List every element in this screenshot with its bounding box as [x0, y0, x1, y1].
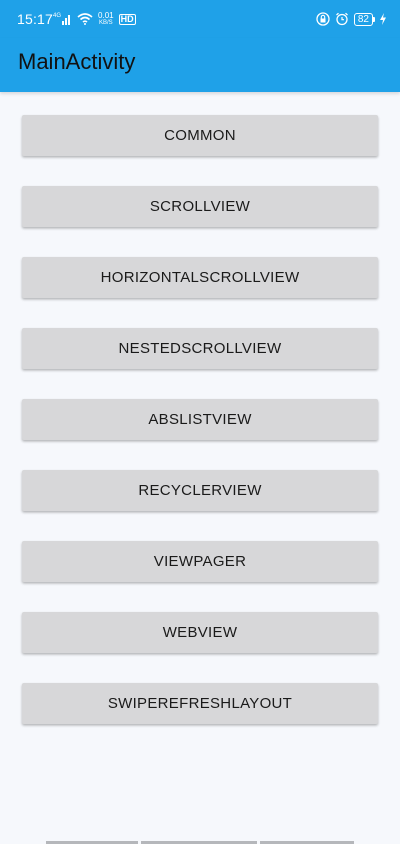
network-speed-unit: KB/S [98, 20, 113, 26]
common-button[interactable]: COMMON [22, 115, 378, 156]
horizontalscrollview-button[interactable]: HORIZONTALSCROLLVIEW [22, 257, 378, 298]
app-bar: MainActivity [0, 38, 400, 92]
navigation-bar [0, 838, 400, 844]
charging-icon [380, 13, 386, 25]
lock-icon [316, 12, 330, 26]
network-speed-value: 0.01 [98, 11, 114, 20]
battery-level: 82 [353, 12, 373, 26]
network-speed: 0.01 KB/S [98, 11, 114, 27]
status-bar: 15:17 4G 0.01 KB/S HD 82 [0, 0, 400, 38]
battery-tip [373, 16, 375, 22]
viewpager-button[interactable]: VIEWPAGER [22, 541, 378, 582]
webview-button[interactable]: WEBVIEW [22, 612, 378, 653]
abslistview-button[interactable]: ABSLISTVIEW [22, 399, 378, 440]
page-title: MainActivity [18, 49, 136, 74]
status-left-icons: 4G 0.01 KB/S HD [53, 11, 136, 27]
scrollview-button[interactable]: SCROLLVIEW [22, 186, 378, 227]
swiperefreshlayout-button[interactable]: SWIPEREFRESHLAYOUT [22, 683, 378, 724]
nestedscrollview-button[interactable]: NESTEDSCROLLVIEW [22, 328, 378, 369]
status-right-icons: 82 [316, 10, 386, 28]
alarm-icon [335, 12, 348, 26]
button-list: COMMON SCROLLVIEW HORIZONTALSCROLLVIEW N… [22, 115, 378, 754]
recyclerview-button[interactable]: RECYCLERVIEW [22, 470, 378, 511]
signal-label: 4G [53, 13, 62, 19]
wifi-icon [77, 13, 93, 25]
status-time: 15:17 [17, 11, 54, 27]
cellular-signal-icon: 4G [53, 13, 72, 25]
hd-badge: HD [118, 13, 136, 25]
battery-indicator: 82 [353, 12, 375, 26]
